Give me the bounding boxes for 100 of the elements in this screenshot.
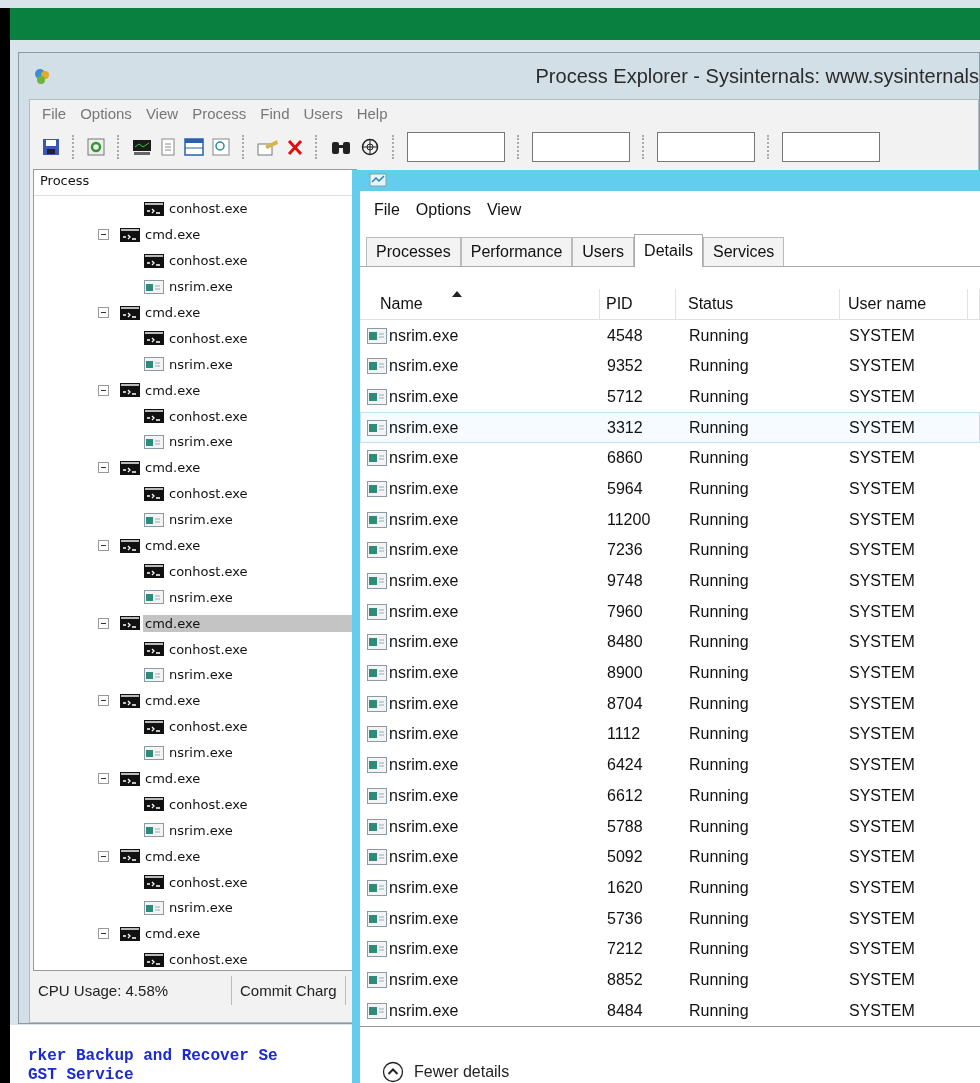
table-row[interactable]: nsrim.exe 9352 Running SYSTEM xyxy=(360,350,980,382)
application-window-icon xyxy=(144,667,164,682)
process-name[interactable]: cmd.exe xyxy=(143,459,356,477)
table-row[interactable]: nsrim.exe 5712 Running SYSTEM xyxy=(360,381,980,413)
table-row[interactable]: nsrim.exe 6860 Running SYSTEM xyxy=(360,442,980,474)
collapse-icon[interactable] xyxy=(98,695,109,707)
table-cell-text: Running xyxy=(688,510,750,529)
process-name[interactable]: cmd.exe xyxy=(143,847,356,865)
process-name[interactable]: conhost.exe xyxy=(167,562,356,580)
table-row[interactable]: nsrim.exe 5736 Running SYSTEM xyxy=(360,903,980,934)
fewer-details-link[interactable]: Fewer details xyxy=(414,1063,510,1081)
column-header[interactable]: User name xyxy=(840,289,968,320)
process-name[interactable]: conhost.exe xyxy=(167,407,356,425)
process-name[interactable]: cmd.exe xyxy=(143,381,356,399)
table-row[interactable]: nsrim.exe 1620 Running SYSTEM xyxy=(360,872,980,904)
table-cell-text: SYSTEM xyxy=(848,326,916,345)
tab[interactable]: Details xyxy=(634,234,703,268)
process-name[interactable]: conhost.exe xyxy=(167,795,356,813)
process-name[interactable]: cmd.exe xyxy=(143,692,356,710)
collapse-icon[interactable] xyxy=(98,384,109,396)
process-name[interactable]: nsrim.exe xyxy=(167,666,356,684)
process-name[interactable]: conhost.exe xyxy=(167,329,356,347)
table-cell-text: 6612 xyxy=(606,786,644,805)
process-name[interactable]: nsrim.exe xyxy=(167,278,356,296)
table-row[interactable]: nsrim.exe 8480 Running SYSTEM xyxy=(360,627,980,658)
process-name[interactable]: nsrim.exe xyxy=(167,821,356,839)
menu-item[interactable]: File xyxy=(374,201,400,224)
table-row[interactable]: nsrim.exe 7212 Running SYSTEM xyxy=(360,933,980,965)
column-header[interactable]: PID xyxy=(600,289,676,320)
table-row[interactable]: nsrim.exe 6424 Running SYSTEM xyxy=(360,749,980,781)
collapse-icon[interactable] xyxy=(98,462,109,474)
menu-item[interactable]: File xyxy=(42,105,67,129)
table-cell-text: SYSTEM xyxy=(848,664,916,683)
table-row[interactable]: nsrim.exe 5788 Running SYSTEM xyxy=(360,811,980,842)
table-row[interactable]: nsrim.exe 1112 Running SYSTEM xyxy=(360,719,980,750)
tab[interactable]: Services xyxy=(703,237,785,267)
application-window-icon xyxy=(367,634,387,651)
process-name[interactable]: nsrim.exe xyxy=(167,899,356,917)
monitor-graph-icon[interactable] xyxy=(132,138,152,156)
column-header[interactable]: Status xyxy=(676,289,840,320)
table-row[interactable]: nsrim.exe 11200 Running SYSTEM xyxy=(360,504,980,535)
target-icon[interactable] xyxy=(360,138,380,156)
table-row[interactable]: nsrim.exe 5964 Running SYSTEM xyxy=(360,473,980,505)
table-row[interactable]: nsrim.exe 4548 Running SYSTEM xyxy=(360,320,980,351)
close-icon[interactable] xyxy=(287,138,303,156)
process-name[interactable]: conhost.exe xyxy=(167,951,356,969)
menu-item[interactable]: Process xyxy=(192,105,247,129)
tab[interactable]: Users xyxy=(572,237,635,267)
menu-item[interactable]: Users xyxy=(303,105,343,129)
save-icon[interactable] xyxy=(42,138,60,156)
table-row[interactable]: nsrim.exe 8852 Running SYSTEM xyxy=(360,964,980,996)
process-name[interactable]: cmd.exe xyxy=(143,226,356,244)
process-name[interactable]: cmd.exe xyxy=(143,770,356,788)
process-name[interactable]: nsrim.exe xyxy=(167,355,356,373)
process-name[interactable]: nsrim.exe xyxy=(167,744,356,762)
menu-item[interactable]: Find xyxy=(260,105,290,129)
collapse-icon[interactable] xyxy=(98,540,109,551)
tab[interactable]: Processes xyxy=(366,237,461,267)
process-name[interactable]: conhost.exe xyxy=(167,640,356,658)
process-name[interactable]: conhost.exe xyxy=(167,873,356,891)
collapse-icon[interactable] xyxy=(98,773,109,785)
table-row[interactable]: nsrim.exe 8900 Running SYSTEM xyxy=(360,657,980,689)
table-row[interactable]: nsrim.exe 7960 Running SYSTEM xyxy=(360,596,980,628)
table-row[interactable]: nsrim.exe 5092 Running SYSTEM xyxy=(360,841,980,873)
table-cell: nsrim.exe xyxy=(389,940,459,959)
process-name[interactable]: conhost.exe xyxy=(167,200,356,218)
menu-item[interactable]: Options xyxy=(415,201,471,224)
process-name[interactable]: conhost.exe xyxy=(167,485,356,503)
menu-item[interactable]: View xyxy=(486,201,522,224)
application-window-icon xyxy=(367,941,387,958)
tab[interactable]: Performance xyxy=(460,237,573,267)
application-window-icon xyxy=(144,745,164,760)
process-name[interactable]: nsrim.exe xyxy=(167,511,356,529)
window-icon[interactable] xyxy=(184,138,204,156)
process-name[interactable]: conhost.exe xyxy=(167,718,356,736)
table-row[interactable]: nsrim.exe 3312 Running SYSTEM xyxy=(360,412,980,443)
menu-item[interactable]: View xyxy=(145,105,179,129)
collapse-icon[interactable] xyxy=(98,617,109,629)
collapse-chevron-icon[interactable] xyxy=(382,1061,404,1083)
process-name[interactable]: conhost.exe xyxy=(167,252,356,270)
console-window-icon xyxy=(120,305,140,320)
collapse-icon[interactable] xyxy=(98,307,109,318)
table-row[interactable]: nsrim.exe 8484 Running SYSTEM xyxy=(360,995,980,1026)
table-row[interactable]: nsrim.exe 6612 Running SYSTEM xyxy=(360,780,980,812)
collapse-icon[interactable] xyxy=(98,850,109,862)
process-name[interactable]: nsrim.exe xyxy=(167,588,356,606)
process-name[interactable]: cmd.exe xyxy=(143,925,356,943)
menu-item[interactable]: Options xyxy=(80,105,132,129)
collapse-icon[interactable] xyxy=(98,928,109,940)
table-row[interactable]: nsrim.exe 7236 Running SYSTEM xyxy=(360,535,980,566)
table-cell-text: 5964 xyxy=(606,479,644,498)
collapse-icon[interactable] xyxy=(98,229,109,241)
application-window-icon xyxy=(367,879,387,896)
menu-item[interactable]: Help xyxy=(356,105,388,129)
process-name[interactable]: cmd.exe xyxy=(143,304,356,321)
process-name[interactable]: nsrim.exe xyxy=(167,433,356,451)
table-row[interactable]: nsrim.exe 9748 Running SYSTEM xyxy=(360,565,980,597)
process-name[interactable]: cmd.exe xyxy=(143,537,356,554)
console-window-icon xyxy=(144,564,164,579)
table-row[interactable]: nsrim.exe 8704 Running SYSTEM xyxy=(360,688,980,720)
